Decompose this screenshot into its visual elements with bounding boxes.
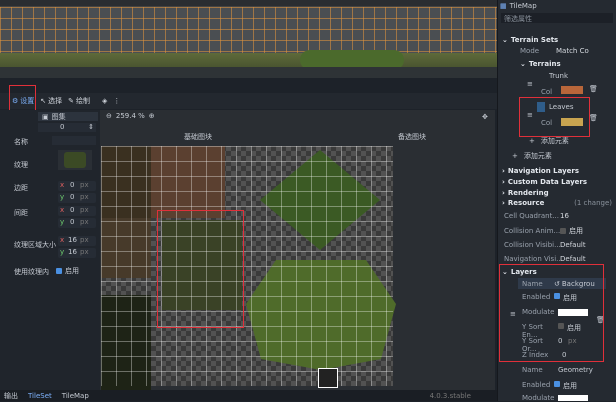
add-element-button-1[interactable]: + 添加元素 [525, 136, 611, 146]
label-margins: 边距 [14, 184, 28, 192]
tileset-toolbar: ⚙ 设置 ↖ 选择 ✎ 绘制 ◈ ⋮ [0, 93, 497, 109]
trash-icon[interactable]: 🗑 [589, 114, 598, 122]
margins-x-field[interactable]: x 0 px [58, 181, 96, 191]
version-label: 4.0.3.stable [429, 391, 471, 400]
chevron-right-icon: › [502, 177, 505, 186]
name-field[interactable] [52, 136, 96, 145]
atlas-properties-panel: ▣ 图集 0 ⇕ 名称 纹理 边距 x 0 px y 0 px 间距 x 0 px… [0, 110, 100, 390]
more-menu-button[interactable]: ⋮ [113, 97, 120, 105]
separation-x-field[interactable]: x 0 px [58, 206, 96, 216]
label-region-size: 纹理区域大小 [14, 241, 56, 249]
section-custom-data-layers[interactable]: › Custom Data Layers [502, 176, 612, 187]
kebab-icon: ⋮ [113, 97, 121, 105]
id-stepper-icon: ⇕ [88, 123, 94, 131]
plus-icon: + [529, 137, 535, 145]
modulate-color-swatch[interactable] [558, 395, 588, 401]
use-padding-checkbox[interactable]: 启用 [56, 266, 79, 276]
tab-tileset[interactable]: TileSet [28, 392, 52, 400]
chevron-right-icon: › [502, 198, 505, 207]
checkbox-empty-icon [560, 227, 566, 234]
layer1-name-row[interactable]: Name Geometry [522, 366, 593, 374]
base-tiles-label: 基础图块 [184, 133, 212, 141]
chevron-right-icon: › [502, 188, 505, 197]
zoom-in-icon[interactable]: ⊕ [149, 112, 155, 120]
label-texture: 纹理 [14, 161, 28, 169]
layer1-enabled-row[interactable]: Enabled 启用 [522, 381, 577, 391]
label-use-padding: 使用纹理内 [14, 268, 49, 276]
plus-icon: + [512, 152, 518, 160]
atlas-grid-overlay [101, 146, 393, 386]
label-separation: 间距 [14, 209, 28, 217]
highlight-leaf-tiles [157, 210, 244, 328]
tileset-atlas-view[interactable]: ⊖ 259.4 % ⊕ 基础图块 备选图块 ✥ [100, 110, 495, 390]
trash-icon[interactable]: 🗑 [589, 85, 598, 93]
highlight-leaves-terrain [519, 97, 590, 137]
tab-paint[interactable]: ✎ 绘制 [68, 96, 90, 106]
select-icon: ↖ [40, 97, 47, 105]
chevron-down-icon: ⌄ [502, 35, 508, 44]
eraser-button[interactable]: ◈ [102, 97, 107, 105]
navigation-visibility-row[interactable]: Navigation Visi... Default [504, 253, 616, 264]
collision-visibility-row[interactable]: Collision Visibi... Default [504, 239, 616, 250]
highlight-layers-section [499, 264, 604, 362]
region-size-y-field[interactable]: y 16 px [58, 248, 96, 258]
drag-handle-icon[interactable]: ≡ [527, 80, 533, 88]
id-field[interactable]: 0 ⇕ [38, 123, 96, 132]
tab-tilemap[interactable]: TileMap [62, 392, 89, 400]
scene-ground-strip [0, 53, 497, 67]
separation-y-field[interactable]: y 0 px [58, 218, 96, 228]
eraser-icon: ◈ [102, 97, 108, 105]
inspector-title: ▦ TileMap [500, 1, 537, 10]
zoom-control: ⊖ 259.4 % ⊕ [106, 112, 155, 120]
terrain-item-trunk[interactable]: Trunk ≡ Col 🗑 [525, 71, 613, 97]
section-terrains[interactable]: ⌄ Terrains [520, 58, 612, 69]
mode-row[interactable]: Mode Match Co [520, 45, 612, 56]
layer-1-group: Name Geometry Enabled 启用 Modulate [508, 366, 612, 402]
label-name: 名称 [14, 138, 28, 146]
trunk-color-swatch[interactable] [561, 86, 583, 94]
scene-tilemap-grid [0, 7, 497, 53]
property-filter-input[interactable]: 筛选属性 [501, 13, 613, 23]
bottom-panel-bar: 输出 TileSet TileMap 4.0.3.stable [0, 390, 497, 401]
zoom-out-icon[interactable]: ⊖ [106, 112, 112, 120]
checkbox-checked-icon [56, 268, 62, 274]
section-terrain-sets[interactable]: ⌄ Terrain Sets [502, 34, 612, 45]
texture-preview[interactable] [58, 150, 92, 170]
add-element-button-2[interactable]: + 添加元素 [508, 151, 612, 161]
checkbox-checked-icon [554, 381, 560, 387]
chevron-right-icon: › [502, 166, 505, 175]
alt-tiles-label: 备选图块 [398, 133, 426, 141]
tab-output[interactable]: 输出 [4, 391, 18, 401]
tab-select[interactable]: ↖ 选择 [40, 96, 62, 106]
margins-y-field[interactable]: y 0 px [58, 193, 96, 203]
tilemap-node-icon: ▦ [500, 1, 507, 10]
section-resource[interactable]: › Resource (1 change) [502, 197, 612, 208]
texture-thumbnail [64, 152, 86, 168]
scene-viewport[interactable] [0, 0, 497, 78]
cell-quadrant-row[interactable]: Cell Quadrant... 16 [504, 210, 616, 221]
viewport-ruler [0, 0, 497, 7]
chevron-down-icon: ⌄ [520, 59, 526, 68]
scene-bottom-strip [0, 67, 497, 78]
section-navigation-layers[interactable]: › Navigation Layers [502, 165, 612, 176]
move-icon[interactable]: ✥ [482, 113, 488, 121]
atlas-icon: ▣ [42, 112, 49, 121]
region-size-x-field[interactable]: x 16 px [58, 236, 96, 246]
atlas-header: ▣ 图集 [38, 112, 98, 121]
selected-tile[interactable] [318, 368, 338, 388]
pencil-icon: ✎ [68, 97, 75, 105]
collision-anim-row[interactable]: Collision Anim... 启用 [504, 225, 616, 236]
